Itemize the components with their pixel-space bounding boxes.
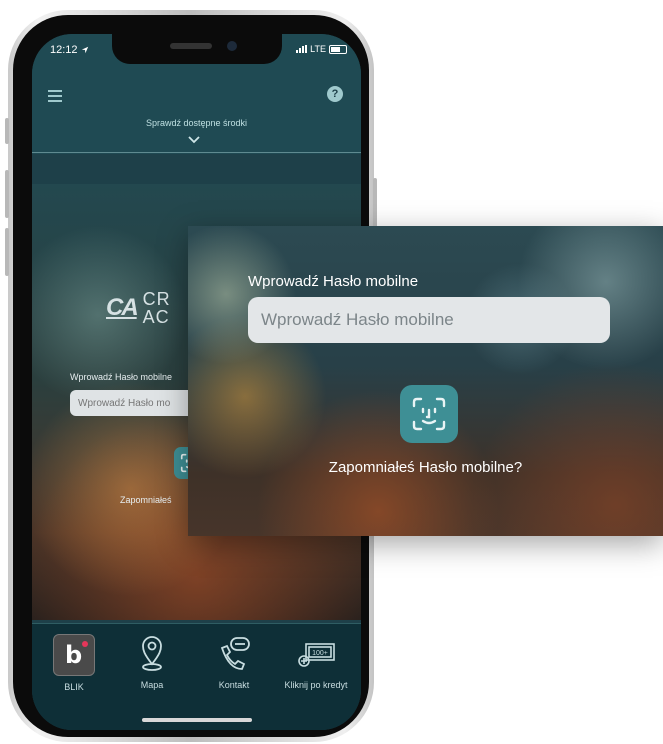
tab-blik-label: BLIK xyxy=(64,682,84,692)
home-indicator xyxy=(142,718,252,722)
svg-text:100+: 100+ xyxy=(312,650,328,657)
zoom-forgot-password-link[interactable]: Zapomniałeś Hasło mobilne? xyxy=(188,459,663,476)
tab-blik[interactable]: b BLIK xyxy=(34,634,114,692)
check-funds-link[interactable]: Sprawdź dostępne środki xyxy=(32,118,361,128)
network-label: LTE xyxy=(310,44,326,54)
location-arrow-icon xyxy=(81,46,88,54)
status-indicators: LTE xyxy=(296,44,347,54)
logo-line-1: CR xyxy=(142,289,171,309)
password-label: Wprowadź Hasło mobilne xyxy=(70,372,173,382)
help-icon[interactable]: ? xyxy=(327,86,343,102)
battery-icon xyxy=(329,44,347,54)
tab-credit[interactable]: 100+ Kliknij po kredyt xyxy=(276,634,356,690)
signal-icon xyxy=(296,45,308,53)
front-camera xyxy=(227,41,237,51)
zoom-password-label: Wprowadź Hasło mobilne xyxy=(248,273,419,290)
speaker-grille xyxy=(170,43,212,49)
mute-switch xyxy=(5,118,9,144)
notch xyxy=(112,34,282,64)
face-id-icon xyxy=(412,397,446,431)
map-pin-icon xyxy=(142,636,162,671)
bank-logo: CA CR AC xyxy=(106,290,171,326)
tab-credit-label: Kliknij po kredyt xyxy=(284,680,348,690)
logo-line-2: AC xyxy=(142,307,170,327)
logo-mark: CA xyxy=(106,294,139,321)
logo-wordmark: CR AC xyxy=(143,290,171,326)
tab-kontakt-label: Kontakt xyxy=(218,680,250,690)
status-time: 12:12 xyxy=(50,44,89,56)
forgot-password-link[interactable]: Zapomniałeś xyxy=(120,495,172,505)
blik-icon: b xyxy=(53,634,95,676)
tab-kontakt[interactable]: Kontakt xyxy=(194,634,274,690)
bottom-tab-bar: b BLIK Mapa Kontakt 100+ Kliknij po kred… xyxy=(32,623,361,730)
volume-down-button xyxy=(5,228,9,276)
credit-icon: 100+ xyxy=(298,643,335,667)
zoom-face-id-button[interactable] xyxy=(400,385,458,443)
phone-chat-icon xyxy=(220,637,250,670)
chevron-down-icon[interactable] xyxy=(188,134,200,146)
zoom-password-input[interactable] xyxy=(248,297,610,343)
tab-mapa[interactable]: Mapa xyxy=(112,634,192,690)
menu-icon[interactable] xyxy=(48,90,62,105)
tab-mapa-label: Mapa xyxy=(140,680,164,690)
header-divider xyxy=(32,152,361,153)
volume-up-button xyxy=(5,170,9,218)
zoomed-login-card: Wprowadź Hasło mobilne Zapomniałeś Hasło… xyxy=(188,226,663,536)
